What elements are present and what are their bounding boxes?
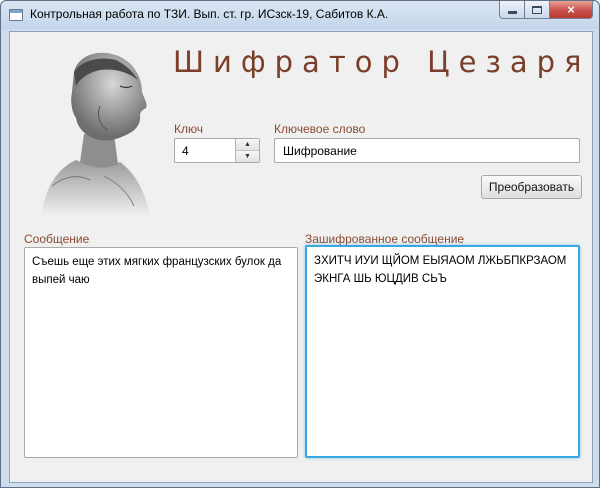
window-controls: × <box>499 1 593 19</box>
maximize-button[interactable] <box>525 1 550 19</box>
caesar-bust-image <box>42 52 150 216</box>
minimize-icon <box>507 11 517 14</box>
encrypted-text: ЗХИТЧ ИУИ ЩЙОМ ЕЫЯАОМ ЛЖЬБПКРЗАОМ ЭКНГА … <box>314 255 567 285</box>
keyword-input[interactable]: Шифрование <box>274 138 580 163</box>
key-label: Ключ <box>174 122 203 136</box>
app-heading: Шифратор Цезаря <box>173 45 591 79</box>
key-value[interactable]: 4 <box>182 144 189 158</box>
minimize-button[interactable] <box>499 1 525 19</box>
message-textarea[interactable]: Съешь еще этих мягких французских булок … <box>24 247 298 458</box>
keyword-value[interactable]: Шифрование <box>283 144 357 158</box>
keyword-label: Ключевое слово <box>274 122 366 136</box>
encrypted-textarea[interactable]: ЗХИТЧ ИУИ ЩЙОМ ЕЫЯАОМ ЛЖЬБПКРЗАОМ ЭКНГА … <box>305 245 580 458</box>
message-label: Сообщение <box>24 232 90 246</box>
spinner-down-button[interactable]: ▼ <box>236 150 259 162</box>
window-app-icon[interactable] <box>9 9 23 21</box>
key-spinner[interactable]: 4 ▲ ▼ <box>174 138 260 163</box>
encrypted-label: Зашифрованное сообщение <box>305 232 465 246</box>
arrow-up-icon: ▲ <box>244 140 251 148</box>
close-icon: × <box>567 2 575 17</box>
arrow-down-icon: ▼ <box>244 152 251 160</box>
main-panel: Шифратор Цезаря Ключ 4 ▲ ▼ Ключевое слов… <box>9 31 593 483</box>
window-title: Контрольная работа по ТЗИ. Вып. ст. гр. … <box>30 7 389 21</box>
spinner-buttons: ▲ ▼ <box>235 139 259 162</box>
close-button[interactable]: × <box>550 1 593 19</box>
spinner-up-button[interactable]: ▲ <box>236 139 259 151</box>
convert-button[interactable]: Преобразовать <box>481 175 582 199</box>
title-bar[interactable]: Контрольная работа по ТЗИ. Вып. ст. гр. … <box>1 1 599 29</box>
maximize-icon <box>532 5 542 14</box>
message-text: Съешь еще этих мягких французских булок … <box>32 256 282 286</box>
app-window: Контрольная работа по ТЗИ. Вып. ст. гр. … <box>0 0 600 488</box>
